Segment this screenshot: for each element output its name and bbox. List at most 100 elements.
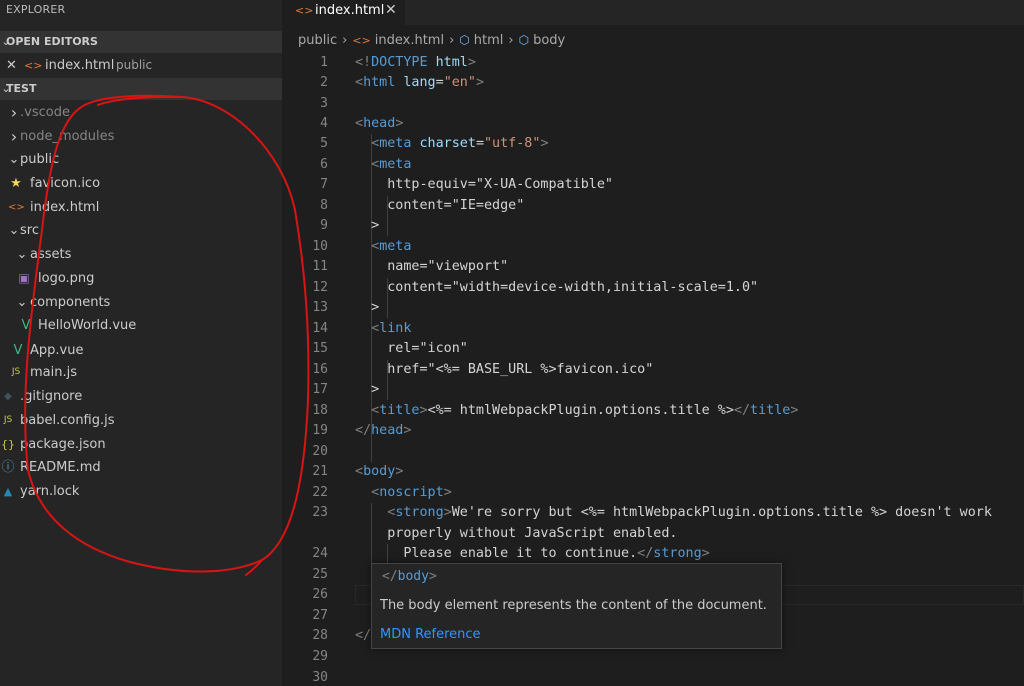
line-number: 4 (320, 116, 328, 131)
line-number: 18 (312, 403, 328, 418)
js-icon: JS (3, 415, 13, 425)
close-icon[interactable]: ✕ (385, 2, 397, 18)
tree-item-label: public (20, 152, 60, 167)
code-line: <!DOCTYPE html> (355, 55, 476, 70)
html-icon: <> (8, 202, 25, 213)
tree-item[interactable]: JS babel.config.js (0, 409, 282, 432)
chevron-down-icon: ⌄ (16, 295, 28, 310)
breadcrumb-item[interactable]: public (298, 33, 337, 48)
code-line: <noscript> (371, 485, 452, 500)
line-number: 13 (312, 300, 328, 315)
tree-item[interactable]: ⌄ src (0, 219, 282, 242)
code-line: content="width=device-width,initial-scal… (355, 280, 759, 295)
line-number: 30 (312, 670, 328, 685)
star-icon: ★ (10, 176, 22, 191)
explorer-sidebar: EXPLORER ⌄ OPEN EDITORS ✕ <> index.html … (0, 0, 282, 686)
tree-item-label: main.js (30, 365, 77, 380)
chevron-down-icon: ⌄ (16, 247, 28, 262)
line-number: 9 (320, 218, 328, 233)
chevron-right-icon: › (508, 33, 514, 48)
tree-item[interactable]: ▲ yarn.lock (0, 480, 282, 503)
tree-item[interactable]: ⌄ assets (0, 243, 282, 266)
tree-item[interactable]: ⓘ README.md (0, 456, 282, 479)
line-number: 28 (312, 628, 328, 643)
code-line: <link (371, 321, 412, 336)
tree-item-label: components (30, 295, 111, 310)
breadcrumb-item[interactable]: index.html (375, 33, 444, 48)
line-number: 17 (312, 382, 328, 397)
vue-icon: V (21, 318, 31, 333)
tree-item-label: logo.png (38, 271, 95, 286)
code-line: properly without JavaScript enabled. (355, 526, 678, 541)
code-line: http-equiv="X-UA-Compatible" (355, 177, 613, 192)
mdn-reference-link[interactable]: MDN Reference (380, 627, 481, 642)
line-number: 20 (312, 444, 328, 459)
json-icon: {} (1, 438, 15, 451)
cube-icon: ⬡ (459, 33, 470, 47)
tab-bar: <> index.html ✕ (282, 0, 1024, 25)
line-number: 14 (312, 321, 328, 336)
tree-item[interactable]: ▣ logo.png (0, 267, 282, 290)
line-number: 10 (312, 239, 328, 254)
tree-item[interactable]: › node_modules (0, 125, 282, 148)
line-number: 23 (312, 505, 328, 520)
code-line: <meta (371, 239, 412, 254)
tree-item[interactable]: V HelloWorld.vue (0, 314, 282, 337)
open-editor-dir: public (116, 58, 153, 72)
tree-item[interactable]: › .vscode (0, 101, 282, 124)
code-line: <head> (355, 116, 404, 131)
code-line: <meta charset="utf-8"> (371, 136, 549, 151)
line-number: 27 (312, 608, 328, 623)
open-editor-item[interactable]: ✕ <> index.html public (0, 54, 282, 77)
line-number: 6 (320, 157, 328, 172)
line-number: 5 (320, 136, 328, 151)
line-number: 8 (320, 198, 328, 213)
breadcrumb-item[interactable]: body (533, 33, 565, 48)
code-line: <html lang="en"> (355, 75, 484, 90)
close-icon[interactable]: ✕ (6, 54, 17, 77)
line-number: 25 (312, 567, 328, 582)
yarn-icon: ▲ (3, 485, 13, 498)
code-line: name="viewport" (355, 259, 509, 274)
tree-item[interactable]: <> index.html (0, 196, 282, 219)
line-number: 3 (320, 96, 328, 111)
breadcrumb-item[interactable]: html (474, 33, 504, 48)
code-line: href="<%= BASE_URL %>favicon.ico" (355, 362, 654, 377)
hover-tag: </body> (382, 569, 437, 584)
tree-item[interactable]: ◆ .gitignore (0, 385, 282, 408)
tree-item[interactable]: ⌄ components (0, 291, 282, 314)
tab-index-html[interactable]: <> index.html ✕ (282, 0, 405, 25)
code-line: </head> (355, 423, 412, 438)
workspace-header[interactable]: ⌄ TEST (0, 78, 282, 100)
tree-item-label: yarn.lock (20, 484, 80, 499)
line-number: 21 (312, 464, 328, 479)
tag-bracket: > (428, 569, 437, 584)
tree-item-label: index.html (30, 200, 100, 215)
tree-item[interactable]: JS main.js (0, 361, 282, 384)
tree-item[interactable]: {} package.json (0, 433, 282, 456)
line-number: 11 (312, 259, 328, 274)
tree-item[interactable]: ★ favicon.ico (0, 172, 282, 195)
tree-item-label: App.vue (30, 343, 84, 358)
open-editors-header[interactable]: ⌄ OPEN EDITORS (0, 31, 282, 53)
hover-description: The body element represents the content … (380, 598, 767, 613)
code-line: rel="icon" (355, 341, 468, 356)
code-line: <title><%= htmlWebpackPlugin.options.tit… (371, 403, 799, 418)
code-line: > (355, 382, 380, 397)
line-number: 7 (320, 177, 328, 192)
code-line: <meta (371, 157, 412, 172)
html-icon: <> (295, 4, 314, 17)
tree-item[interactable]: V App.vue (0, 339, 282, 362)
tree-item-label: HelloWorld.vue (38, 318, 137, 333)
line-number: 24 (312, 546, 328, 561)
tree-item-label: node_modules (20, 129, 115, 144)
chevron-right-icon: › (449, 33, 455, 48)
tree-item-label: README.md (20, 460, 101, 475)
tree-item[interactable]: ⌄ public (0, 148, 282, 171)
explorer-title: EXPLORER (6, 3, 66, 16)
open-editor-name: index.html (45, 58, 115, 73)
git-icon: ◆ (4, 391, 12, 402)
line-number: 19 (312, 423, 328, 438)
code-line: <strong>We're sorry but <%= htmlWebpackP… (387, 505, 992, 520)
hover-tooltip: </body> The body element represents the … (371, 563, 782, 649)
